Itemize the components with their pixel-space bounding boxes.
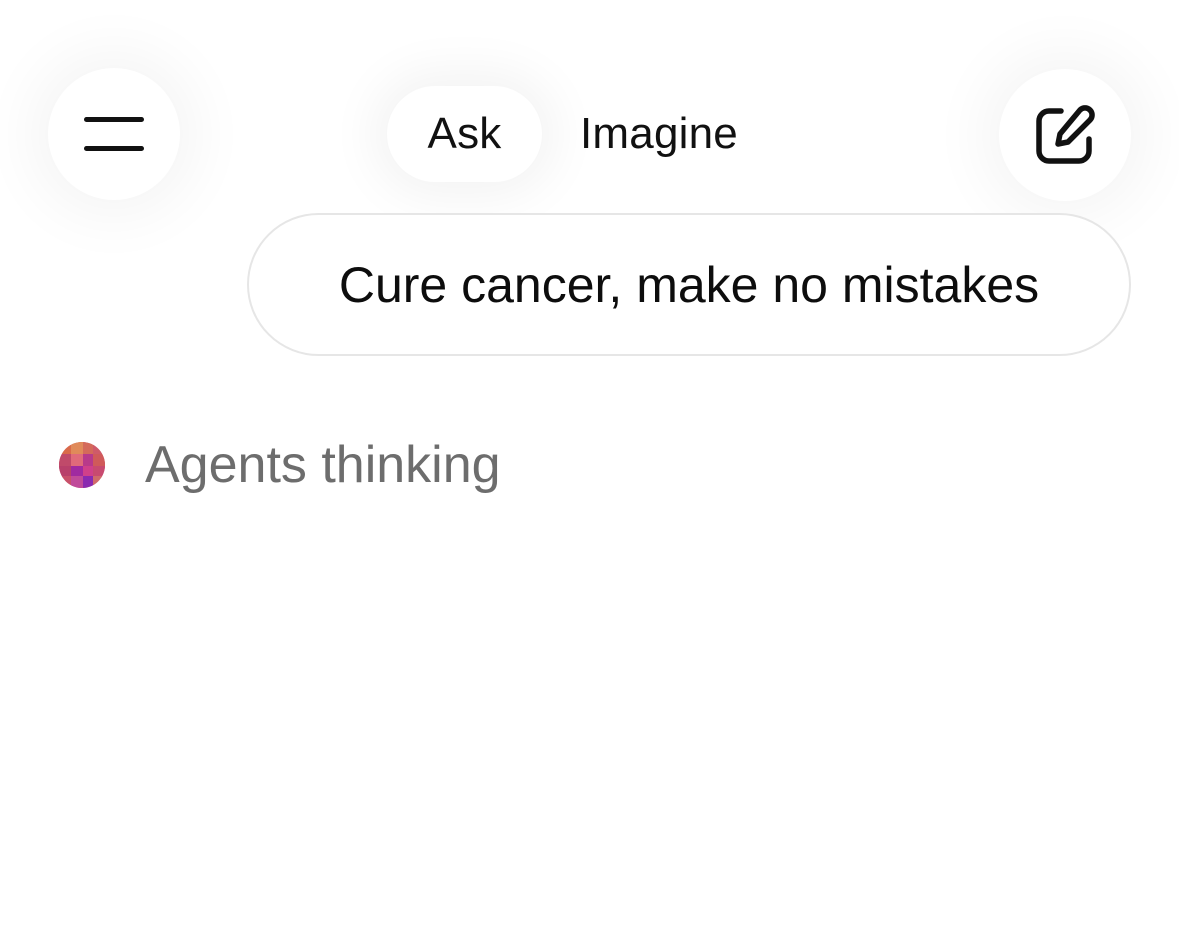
status-text: Agents thinking bbox=[145, 436, 501, 494]
chat-screen: Ask Imagine Cure cancer, make no mistake… bbox=[0, 0, 1179, 937]
mode-tabs: Ask Imagine bbox=[387, 86, 738, 182]
hamburger-menu-icon bbox=[84, 117, 144, 151]
tab-ask[interactable]: Ask bbox=[387, 86, 542, 182]
agent-avatar-icon bbox=[59, 442, 105, 488]
agent-status: Agents thinking bbox=[59, 436, 501, 494]
user-message-bubble: Cure cancer, make no mistakes bbox=[247, 213, 1131, 356]
menu-button[interactable] bbox=[48, 68, 180, 200]
new-chat-button[interactable] bbox=[999, 69, 1131, 201]
compose-icon bbox=[1036, 105, 1095, 164]
tab-imagine[interactable]: Imagine bbox=[580, 86, 738, 182]
